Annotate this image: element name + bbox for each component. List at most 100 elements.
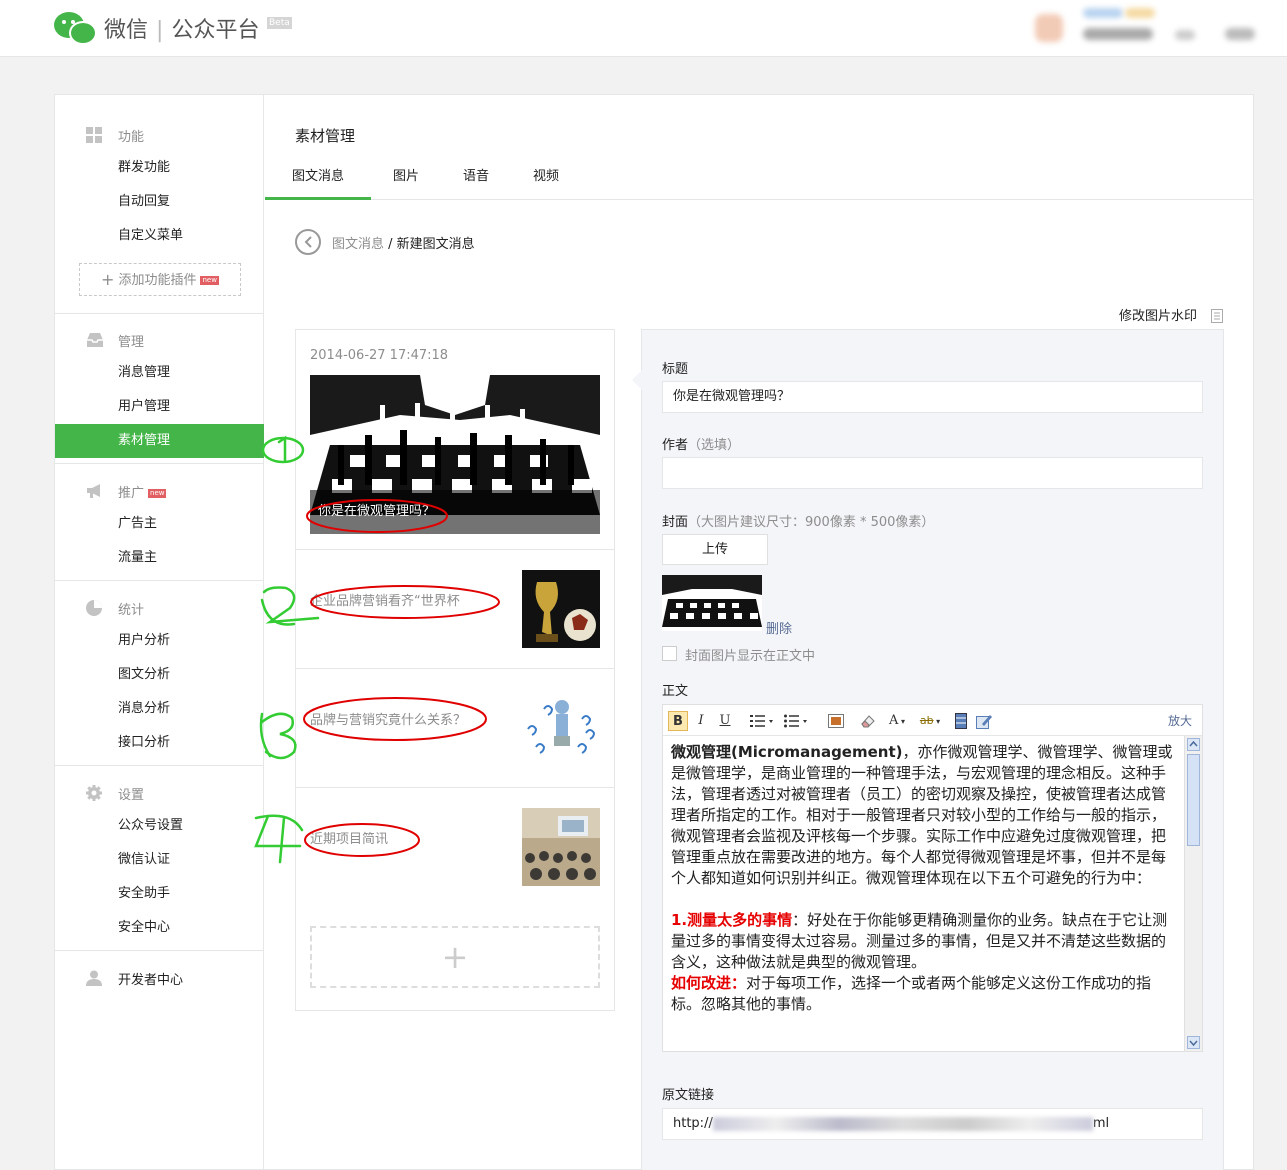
nav-group-stats: 统计: [55, 590, 264, 624]
sidebar-item-security-center[interactable]: 安全中心: [55, 911, 264, 945]
add-article-button[interactable]: +: [310, 926, 600, 988]
editor-body[interactable]: 微观管理(Micromanagement)，亦作微观管理学、微管理学、微管理或是…: [663, 736, 1183, 1051]
edit-watermark-link[interactable]: 修改图片水印: [1119, 305, 1197, 324]
fix-heading: 如何改进：: [671, 974, 747, 992]
nav-group-developer[interactable]: 开发者中心: [55, 960, 264, 994]
author-label: 作者（选填）: [662, 438, 741, 453]
sidebar-item-security-assistant[interactable]: 安全助手: [55, 877, 264, 911]
account-info-blurred[interactable]: [1035, 8, 1265, 48]
nav-group-features: 功能: [55, 117, 264, 151]
upload-button[interactable]: 上传: [662, 534, 768, 565]
article-item-3[interactable]: 品牌与营销究竟什么关系？: [296, 668, 614, 787]
divider: [55, 765, 264, 766]
grid-icon: [86, 127, 102, 143]
pointer-arrow: [632, 370, 642, 390]
source-url-input[interactable]: http://ml: [662, 1108, 1203, 1140]
article-item-title: 企业品牌营销看齐“世界杯: [310, 594, 460, 609]
breadcrumb-parent[interactable]: 图文消息: [332, 237, 384, 252]
article-item-2[interactable]: 企业品牌营销看齐“世界杯: [296, 549, 614, 668]
tab-video[interactable]: 视频: [511, 157, 581, 200]
add-plugin-button[interactable]: + 添加功能插件 new: [79, 263, 241, 296]
delete-cover-link[interactable]: 删除: [766, 618, 792, 637]
nav-group-manage: 管理: [55, 322, 264, 356]
document-icon[interactable]: [1211, 309, 1223, 323]
ordered-list-icon[interactable]: [749, 711, 775, 731]
rich-text-editor[interactable]: B I U A ▾ ab ▾ 放大 微观管理(Micromanagement)，…: [662, 704, 1203, 1052]
highlight-button[interactable]: ab ▾: [917, 711, 943, 731]
article-item-title: 近期项目简讯: [310, 832, 389, 847]
divider: [55, 580, 264, 581]
image-icon[interactable]: [827, 711, 845, 731]
scroll-down-arrow-icon[interactable]: [1187, 1036, 1200, 1049]
scroll-thumb[interactable]: [1187, 754, 1200, 846]
scroll-up-arrow-icon[interactable]: [1187, 738, 1200, 751]
body-intro-bold: 微观管理(Micromanagement): [671, 743, 903, 761]
underline-button[interactable]: U: [717, 711, 733, 731]
title-label: 标题: [662, 362, 689, 377]
article-item-title: 品牌与营销究竟什么关系？: [310, 713, 467, 728]
top-bar: 微信 | 公众平台 Beta: [0, 0, 1287, 57]
article-list-panel: 2014-06-27 17:47:18 你是在微观管理吗？ 企业品牌营销看齐“世…: [295, 329, 615, 1011]
author-input[interactable]: [662, 457, 1203, 489]
point-1-heading: 1.测量太多的事情: [671, 911, 793, 929]
cover-thumbnail: [662, 575, 762, 631]
bullet-list-icon[interactable]: [783, 711, 809, 731]
beta-badge: Beta: [267, 17, 292, 29]
nav-heading: 推广 new: [55, 473, 264, 507]
sidebar-item-auto-reply[interactable]: 自动回复: [55, 185, 264, 219]
sidebar-item-api-analysis[interactable]: 接口分析: [55, 726, 264, 760]
article-date: 2014-06-27 17:47:18: [310, 348, 449, 363]
show-cover-label: 封面图片显示在正文中: [685, 649, 816, 664]
title-input[interactable]: 你是在微观管理吗？: [662, 381, 1203, 413]
nav-heading: 管理: [55, 322, 264, 356]
sidebar-item-materials[interactable]: 素材管理: [55, 424, 264, 458]
divider: [55, 950, 264, 951]
sidebar-item-messages[interactable]: 消息管理: [55, 356, 264, 390]
sidebar-item-article-analysis[interactable]: 图文分析: [55, 658, 264, 692]
sidebar-item-verification[interactable]: 微信认证: [55, 843, 264, 877]
divider: [55, 313, 264, 314]
logo-text: 微信 | 公众平台: [104, 18, 260, 43]
back-button[interactable]: [295, 229, 321, 255]
tab-voice[interactable]: 语音: [441, 157, 511, 200]
show-cover-checkbox[interactable]: [662, 646, 677, 661]
cover-label: 封面（大图片建议尺寸：900像素 * 500像素）: [662, 515, 935, 530]
meeting-room-thumbnail: [522, 808, 600, 886]
expand-editor-link[interactable]: 放大: [1168, 712, 1192, 729]
nav-group-promote: 推广 new: [55, 473, 264, 507]
page-title: 素材管理: [295, 127, 356, 145]
sidebar-item-account-settings[interactable]: 公众号设置: [55, 809, 264, 843]
breadcrumb-separator: /: [384, 237, 397, 252]
sidebar-item-publisher[interactable]: 流量主: [55, 541, 264, 575]
nav-heading[interactable]: 开发者中心: [55, 960, 264, 994]
italic-button[interactable]: I: [693, 711, 709, 731]
eraser-icon[interactable]: [859, 711, 877, 731]
new-badge: new: [200, 276, 219, 285]
divider: [55, 463, 264, 464]
source-url-label: 原文链接: [662, 1088, 715, 1103]
sidebar-item-mass-send[interactable]: 群发功能: [55, 151, 264, 185]
sidebar-item-message-analysis[interactable]: 消息分析: [55, 692, 264, 726]
tab-articles[interactable]: 图文消息: [265, 157, 371, 200]
editor-toolbar: B I U A ▾ ab ▾ 放大: [663, 705, 1202, 736]
sidebar-item-advertiser[interactable]: 广告主: [55, 507, 264, 541]
content-area: 素材管理 图文消息 图片 语音 视频 图文消息 / 新建图文消息 修改图片水印 …: [265, 95, 1253, 1170]
table-icon[interactable]: [953, 711, 969, 731]
nav-heading: 设置: [55, 775, 264, 809]
plus-icon: +: [441, 938, 469, 976]
tab-bar: 图文消息 图片 语音 视频: [265, 157, 1253, 200]
edit-html-icon[interactable]: [975, 711, 993, 731]
sidebar-item-users[interactable]: 用户管理: [55, 390, 264, 424]
main-container: 功能 群发功能 自动回复 自定义菜单 + 添加功能插件 new 管理 消息管理 用户…: [54, 94, 1254, 1170]
bold-button[interactable]: B: [668, 711, 688, 731]
user-icon: [86, 970, 102, 986]
sidebar-item-custom-menu[interactable]: 自定义菜单: [55, 219, 264, 253]
pie-chart-icon: [86, 600, 102, 616]
sidebar-item-user-analysis[interactable]: 用户分析: [55, 624, 264, 658]
font-color-button[interactable]: A ▾: [885, 711, 909, 731]
editor-scrollbar[interactable]: [1184, 736, 1202, 1051]
tab-images[interactable]: 图片: [371, 157, 441, 200]
article-item-4[interactable]: 近期项目简讯: [296, 787, 614, 906]
megaphone-icon: [86, 483, 102, 499]
cover-article[interactable]: 你是在微观管理吗？: [310, 375, 600, 534]
